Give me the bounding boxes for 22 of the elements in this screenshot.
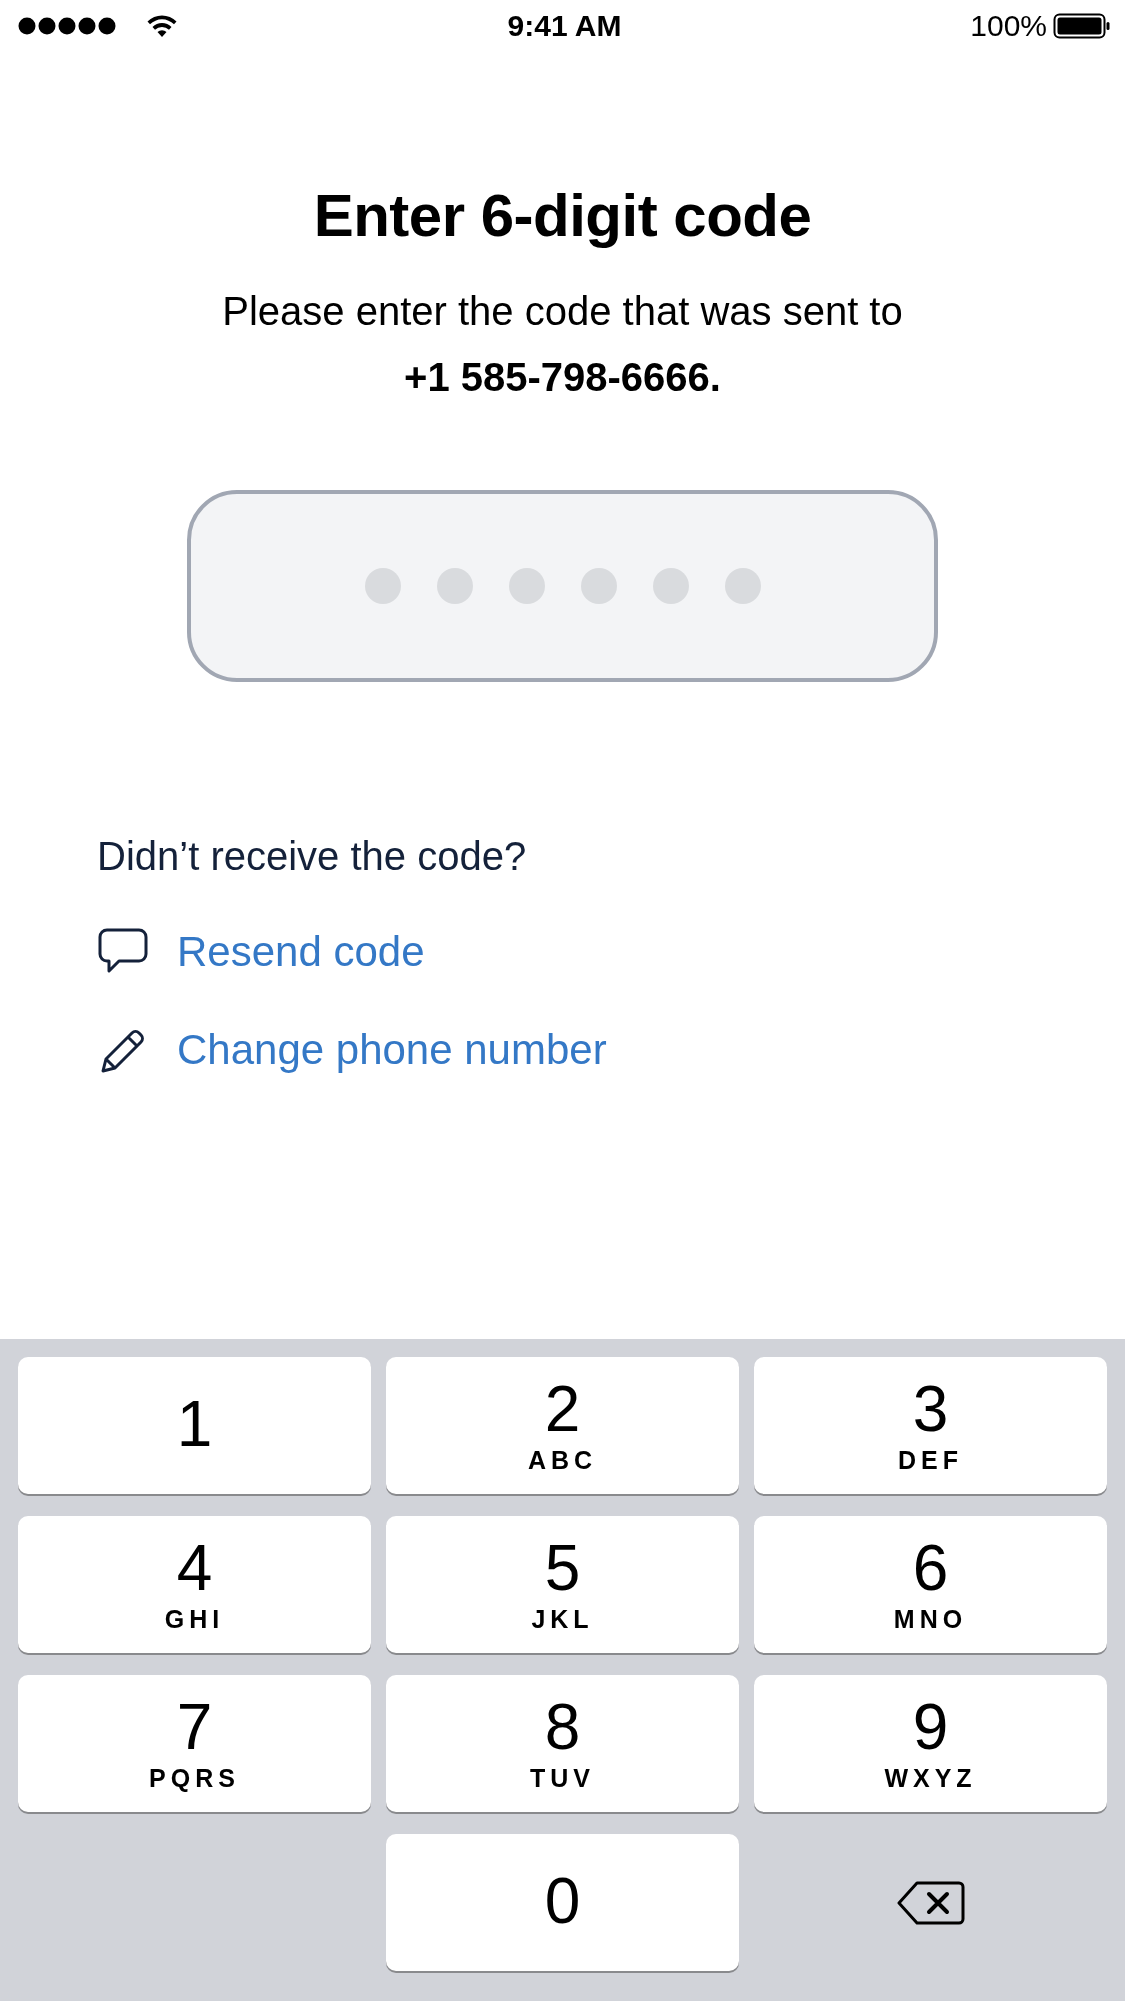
change-phone-link[interactable]: Change phone number xyxy=(97,1025,1125,1075)
battery-percentage: 100% xyxy=(970,8,1047,43)
code-input-field[interactable] xyxy=(187,490,938,682)
backspace-icon xyxy=(896,1879,965,1926)
keypad-key[interactable]: 4 GHI xyxy=(18,1516,371,1653)
help-question: Didn’t receive the code? xyxy=(97,834,528,879)
keypad-key[interactable]: 6 MNO xyxy=(754,1516,1107,1653)
keypad-key[interactable]: 2 ABC xyxy=(386,1357,739,1494)
resend-code-link[interactable]: Resend code xyxy=(97,927,1125,977)
page-title: Enter 6-digit code xyxy=(313,181,812,250)
status-time: 9:41 AM xyxy=(507,8,622,43)
keypad-key[interactable]: 5 JKL xyxy=(386,1516,739,1653)
keypad-key[interactable]: 7 PQRS xyxy=(18,1675,371,1812)
keypad-key[interactable]: 3 DEF xyxy=(754,1357,1107,1494)
battery-icon xyxy=(1053,12,1111,39)
keypad-key[interactable]: 8 TUV xyxy=(386,1675,739,1812)
wifi-icon xyxy=(146,13,178,38)
instruction-text: Please enter the code that was sent to +1 585-798-6666. xyxy=(221,288,904,401)
keypad-key[interactable]: 1 xyxy=(18,1357,371,1494)
keypad-key[interactable]: 9 WXYZ xyxy=(754,1675,1107,1812)
keypad-key[interactable]: 0 xyxy=(386,1834,739,1971)
signal-icon xyxy=(18,15,118,36)
